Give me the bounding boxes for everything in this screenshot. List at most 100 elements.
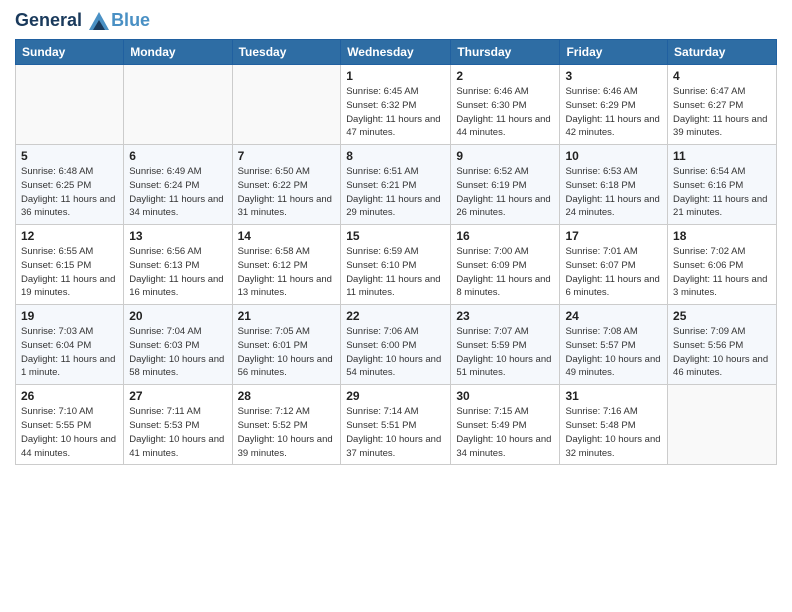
- calendar-cell: [124, 65, 232, 145]
- day-info: Sunrise: 6:50 AMSunset: 6:22 PMDaylight:…: [238, 165, 336, 220]
- day-info: Sunrise: 6:46 AMSunset: 6:30 PMDaylight:…: [456, 85, 554, 140]
- logo-blue: Blue: [111, 10, 150, 31]
- day-info: Sunrise: 6:47 AMSunset: 6:27 PMDaylight:…: [673, 85, 771, 140]
- calendar-cell: [16, 65, 124, 145]
- calendar-cell: [668, 385, 777, 465]
- day-info: Sunrise: 6:56 AMSunset: 6:13 PMDaylight:…: [129, 245, 226, 300]
- calendar-week-4: 19 Sunrise: 7:03 AMSunset: 6:04 PMDayligh…: [16, 305, 777, 385]
- calendar-cell: 1 Sunrise: 6:45 AMSunset: 6:32 PMDaylight…: [341, 65, 451, 145]
- calendar-cell: 12Sunrise: 6:55 AMSunset: 6:15 PMDayligh…: [16, 225, 124, 305]
- weekday-header-tuesday: Tuesday: [232, 40, 341, 65]
- day-info: Sunrise: 7:07 AMSunset: 5:59 PMDaylight:…: [456, 325, 554, 380]
- day-number: 7: [238, 149, 336, 163]
- day-number: 22: [346, 309, 445, 323]
- day-number: 27: [129, 389, 226, 403]
- day-number: 14: [238, 229, 336, 243]
- day-number: 2: [456, 69, 554, 83]
- calendar-cell: 18 Sunrise: 7:02 AMSunset: 6:06 PMDayligh…: [668, 225, 777, 305]
- calendar-cell: 20Sunrise: 7:04 AMSunset: 6:03 PMDayligh…: [124, 305, 232, 385]
- calendar-cell: 6 Sunrise: 6:49 AMSunset: 6:24 PMDaylight…: [124, 145, 232, 225]
- day-info: Sunrise: 6:49 AMSunset: 6:24 PMDaylight:…: [129, 165, 226, 220]
- day-number: 24: [565, 309, 662, 323]
- calendar-container: General Blue SundayMondayTuesdayWednesda…: [0, 0, 792, 475]
- day-info: Sunrise: 7:11 AMSunset: 5:53 PMDaylight:…: [129, 405, 226, 460]
- day-number: 16: [456, 229, 554, 243]
- day-number: 18: [673, 229, 771, 243]
- day-info: Sunrise: 6:52 AMSunset: 6:19 PMDaylight:…: [456, 165, 554, 220]
- day-info: Sunrise: 6:58 AMSunset: 6:12 PMDaylight:…: [238, 245, 336, 300]
- day-info: Sunrise: 7:10 AMSunset: 5:55 PMDaylight:…: [21, 405, 118, 460]
- weekday-header-monday: Monday: [124, 40, 232, 65]
- day-info: Sunrise: 6:45 AMSunset: 6:32 PMDaylight:…: [346, 85, 445, 140]
- calendar-cell: 11 Sunrise: 6:54 AMSunset: 6:16 PMDayligh…: [668, 145, 777, 225]
- calendar-week-5: 26 Sunrise: 7:10 AMSunset: 5:55 PMDayligh…: [16, 385, 777, 465]
- calendar-body: 1 Sunrise: 6:45 AMSunset: 6:32 PMDaylight…: [16, 65, 777, 465]
- calendar-cell: 4 Sunrise: 6:47 AMSunset: 6:27 PMDaylight…: [668, 65, 777, 145]
- day-info: Sunrise: 7:01 AMSunset: 6:07 PMDaylight:…: [565, 245, 662, 300]
- calendar-cell: 22 Sunrise: 7:06 AMSunset: 6:00 PMDayligh…: [341, 305, 451, 385]
- day-info: Sunrise: 6:59 AMSunset: 6:10 PMDaylight:…: [346, 245, 445, 300]
- calendar-week-3: 12Sunrise: 6:55 AMSunset: 6:15 PMDayligh…: [16, 225, 777, 305]
- calendar-cell: 24Sunrise: 7:08 AMSunset: 5:57 PMDayligh…: [560, 305, 668, 385]
- calendar-week-1: 1 Sunrise: 6:45 AMSunset: 6:32 PMDaylight…: [16, 65, 777, 145]
- day-number: 1: [346, 69, 445, 83]
- day-number: 28: [238, 389, 336, 403]
- day-info: Sunrise: 7:02 AMSunset: 6:06 PMDaylight:…: [673, 245, 771, 300]
- day-number: 19: [21, 309, 118, 323]
- weekday-header-wednesday: Wednesday: [341, 40, 451, 65]
- calendar-cell: 13 Sunrise: 6:56 AMSunset: 6:13 PMDayligh…: [124, 225, 232, 305]
- logo-icon: [89, 12, 109, 30]
- day-info: Sunrise: 7:15 AMSunset: 5:49 PMDaylight:…: [456, 405, 554, 460]
- day-number: 23: [456, 309, 554, 323]
- calendar-cell: 15 Sunrise: 6:59 AMSunset: 6:10 PMDayligh…: [341, 225, 451, 305]
- calendar-table: SundayMondayTuesdayWednesdayThursdayFrid…: [15, 39, 777, 465]
- day-number: 12: [21, 229, 118, 243]
- day-info: Sunrise: 6:48 AMSunset: 6:25 PMDaylight:…: [21, 165, 118, 220]
- day-number: 15: [346, 229, 445, 243]
- day-number: 6: [129, 149, 226, 163]
- logo-general: General: [15, 10, 82, 30]
- day-info: Sunrise: 6:51 AMSunset: 6:21 PMDaylight:…: [346, 165, 445, 220]
- header: General Blue: [15, 10, 777, 31]
- calendar-cell: 30Sunrise: 7:15 AMSunset: 5:49 PMDayligh…: [451, 385, 560, 465]
- day-info: Sunrise: 7:03 AMSunset: 6:04 PMDaylight:…: [21, 325, 118, 380]
- calendar-cell: 3Sunrise: 6:46 AMSunset: 6:29 PMDaylight…: [560, 65, 668, 145]
- day-number: 25: [673, 309, 771, 323]
- calendar-cell: 14 Sunrise: 6:58 AMSunset: 6:12 PMDayligh…: [232, 225, 341, 305]
- day-number: 9: [456, 149, 554, 163]
- day-info: Sunrise: 6:54 AMSunset: 6:16 PMDaylight:…: [673, 165, 771, 220]
- weekday-header-sunday: Sunday: [16, 40, 124, 65]
- day-number: 26: [21, 389, 118, 403]
- calendar-cell: 7 Sunrise: 6:50 AMSunset: 6:22 PMDaylight…: [232, 145, 341, 225]
- calendar-cell: 29 Sunrise: 7:14 AMSunset: 5:51 PMDayligh…: [341, 385, 451, 465]
- day-info: Sunrise: 7:00 AMSunset: 6:09 PMDaylight:…: [456, 245, 554, 300]
- day-info: Sunrise: 7:14 AMSunset: 5:51 PMDaylight:…: [346, 405, 445, 460]
- calendar-cell: 5 Sunrise: 6:48 AMSunset: 6:25 PMDaylight…: [16, 145, 124, 225]
- weekday-header-saturday: Saturday: [668, 40, 777, 65]
- day-number: 13: [129, 229, 226, 243]
- calendar-cell: 21Sunrise: 7:05 AMSunset: 6:01 PMDayligh…: [232, 305, 341, 385]
- day-number: 31: [565, 389, 662, 403]
- day-number: 5: [21, 149, 118, 163]
- calendar-cell: 27 Sunrise: 7:11 AMSunset: 5:53 PMDayligh…: [124, 385, 232, 465]
- calendar-cell: 16 Sunrise: 7:00 AMSunset: 6:09 PMDayligh…: [451, 225, 560, 305]
- day-info: Sunrise: 7:05 AMSunset: 6:01 PMDaylight:…: [238, 325, 336, 380]
- calendar-cell: 26 Sunrise: 7:10 AMSunset: 5:55 PMDayligh…: [16, 385, 124, 465]
- calendar-cell: 10Sunrise: 6:53 AMSunset: 6:18 PMDayligh…: [560, 145, 668, 225]
- day-info: Sunrise: 7:12 AMSunset: 5:52 PMDaylight:…: [238, 405, 336, 460]
- day-number: 8: [346, 149, 445, 163]
- calendar-cell: 19 Sunrise: 7:03 AMSunset: 6:04 PMDayligh…: [16, 305, 124, 385]
- day-info: Sunrise: 7:16 AMSunset: 5:48 PMDaylight:…: [565, 405, 662, 460]
- day-info: Sunrise: 7:06 AMSunset: 6:00 PMDaylight:…: [346, 325, 445, 380]
- day-number: 29: [346, 389, 445, 403]
- calendar-cell: 25Sunrise: 7:09 AMSunset: 5:56 PMDayligh…: [668, 305, 777, 385]
- day-number: 11: [673, 149, 771, 163]
- calendar-cell: 8 Sunrise: 6:51 AMSunset: 6:21 PMDaylight…: [341, 145, 451, 225]
- calendar-cell: 17Sunrise: 7:01 AMSunset: 6:07 PMDayligh…: [560, 225, 668, 305]
- calendar-cell: 9 Sunrise: 6:52 AMSunset: 6:19 PMDaylight…: [451, 145, 560, 225]
- calendar-week-2: 5 Sunrise: 6:48 AMSunset: 6:25 PMDaylight…: [16, 145, 777, 225]
- weekday-row: SundayMondayTuesdayWednesdayThursdayFrid…: [16, 40, 777, 65]
- day-info: Sunrise: 7:04 AMSunset: 6:03 PMDaylight:…: [129, 325, 226, 380]
- day-number: 4: [673, 69, 771, 83]
- logo: General Blue: [15, 10, 150, 31]
